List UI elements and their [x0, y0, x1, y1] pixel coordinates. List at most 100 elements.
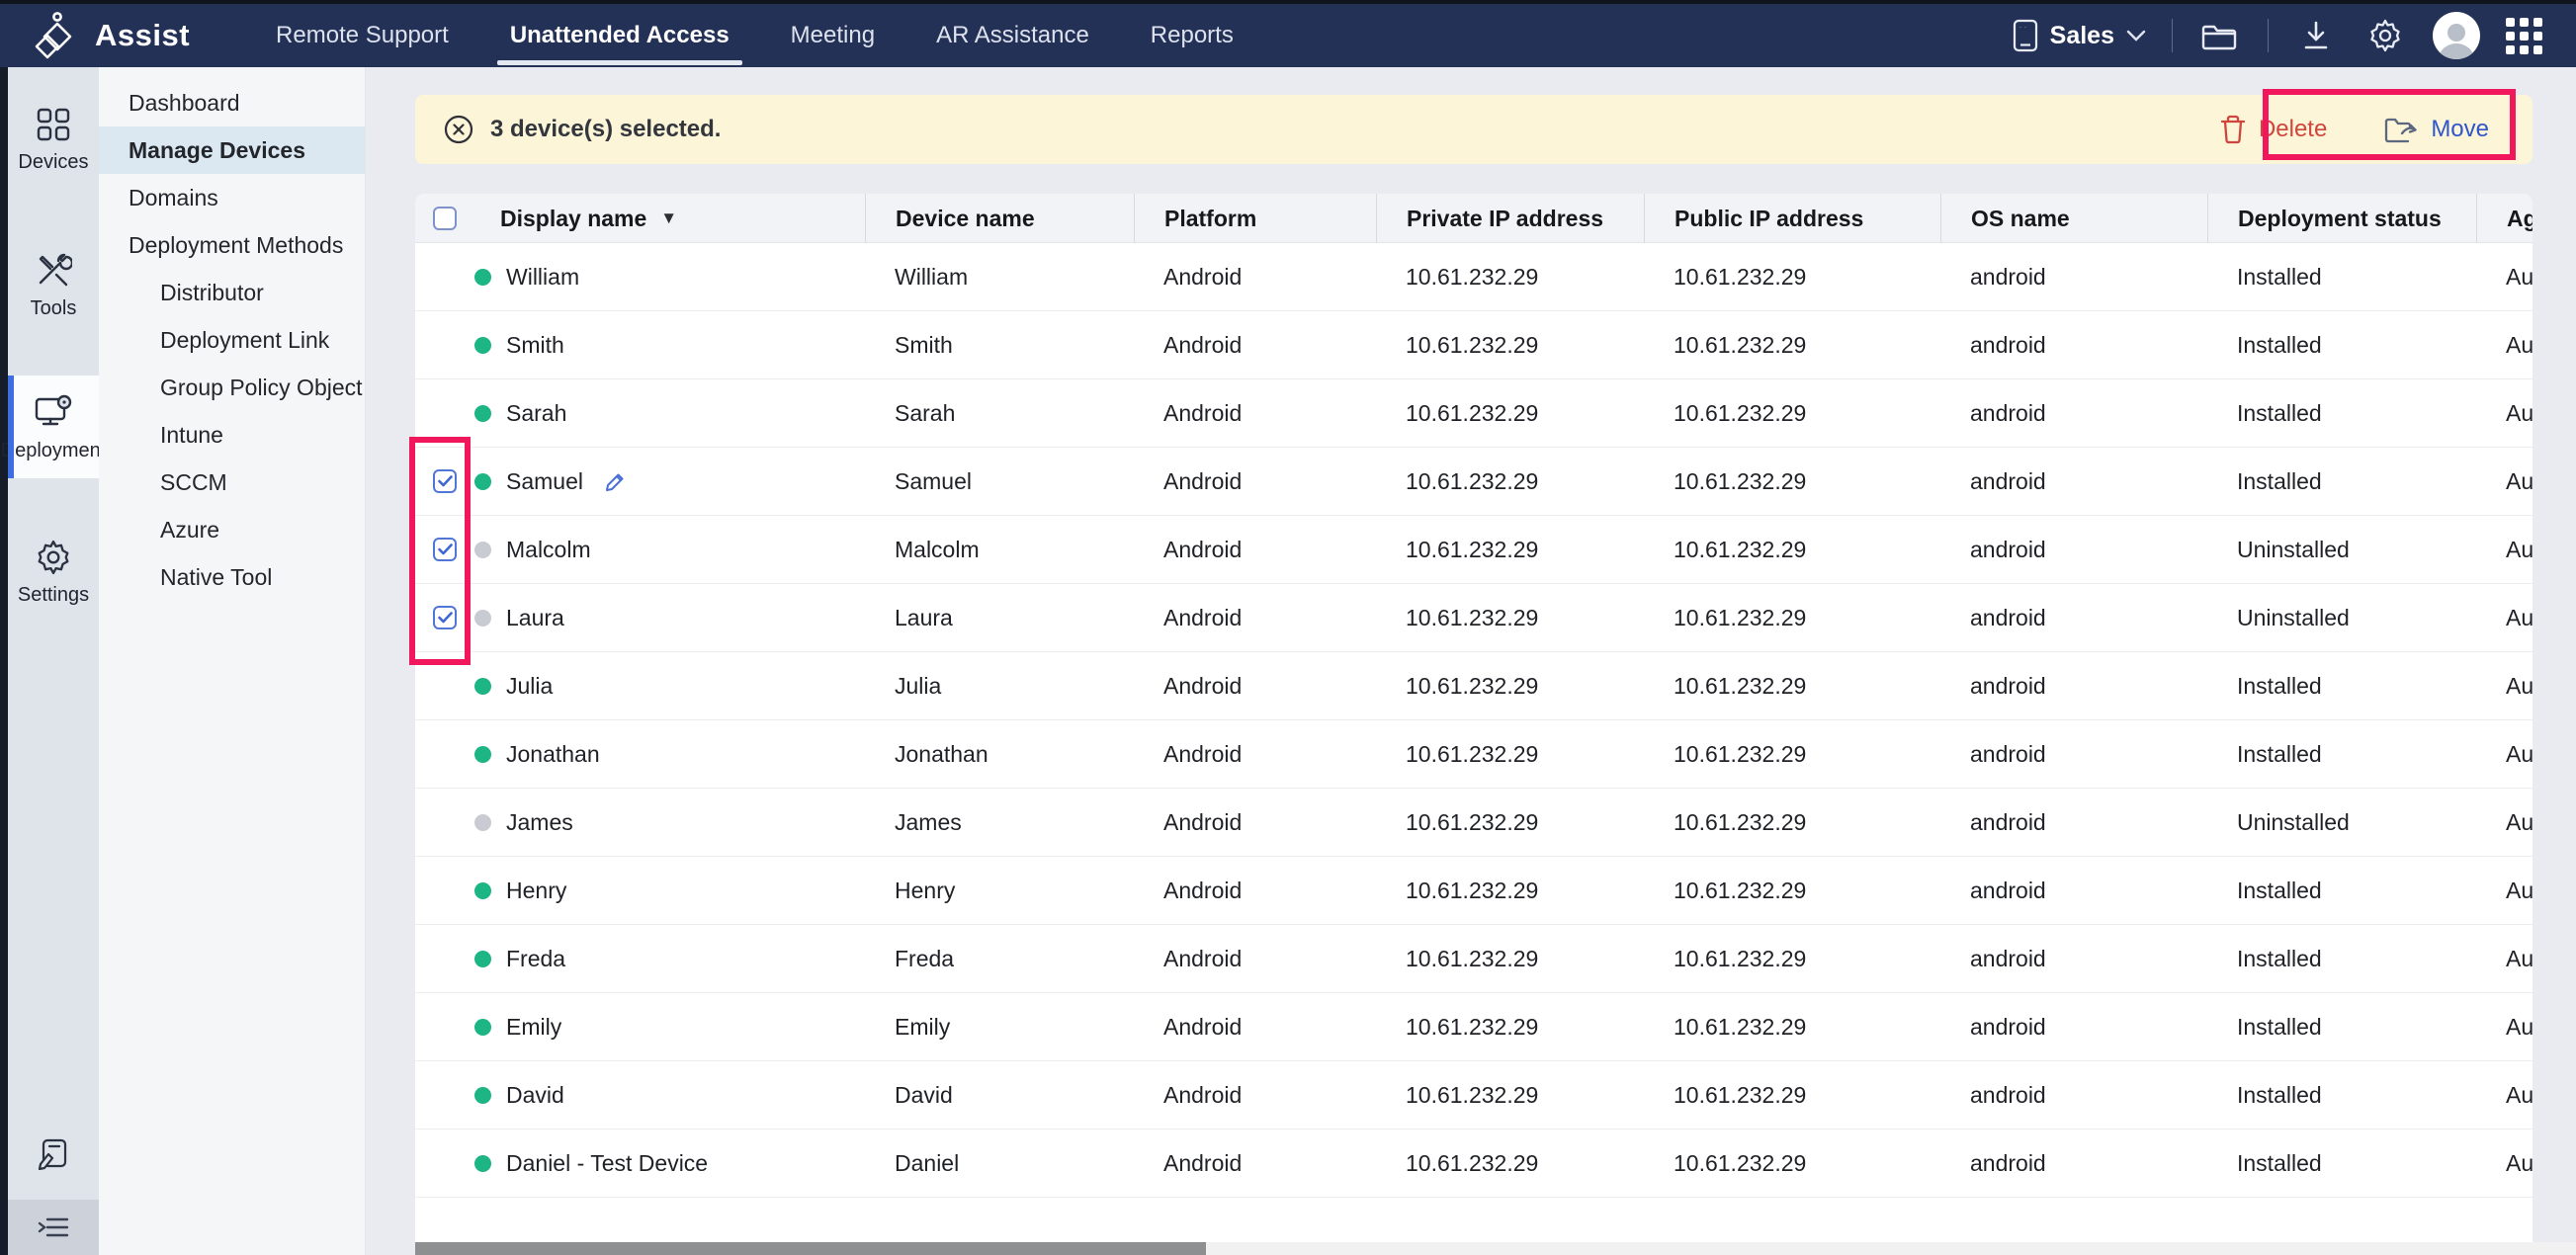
sidenav-item-distributor[interactable]: Distributor — [99, 269, 365, 316]
column-agent-truncated: Ag — [2476, 194, 2533, 243]
sidenav-item-azure[interactable]: Azure — [99, 506, 365, 553]
table-row[interactable]: Smith Smith Android 10.61.232.29 10.61.2… — [415, 311, 2533, 379]
edit-icon[interactable] — [604, 470, 627, 493]
status-dot — [474, 1019, 491, 1036]
move-button[interactable]: Move — [2384, 116, 2489, 143]
device-os-name: android — [1940, 741, 2207, 768]
main-content: 3 device(s) selected. Delete — [366, 67, 2576, 1255]
device-platform: Android — [1134, 537, 1376, 563]
table-row[interactable]: James James Android 10.61.232.29 10.61.2… — [415, 789, 2533, 857]
folder-icon[interactable] — [2198, 14, 2242, 57]
select-all-checkbox[interactable] — [433, 207, 457, 230]
rail-item-tools[interactable]: Tools — [8, 233, 99, 336]
device-display-name: Samuel — [506, 468, 583, 495]
row-checkbox[interactable] — [433, 606, 457, 629]
rail-item-settings[interactable]: Settings — [8, 522, 99, 623]
rail-item-devices[interactable]: Devices — [8, 89, 99, 190]
apps-grid-icon[interactable] — [2506, 18, 2542, 54]
bulk-actions: Delete Move — [2220, 115, 2489, 144]
rail-label: Tools — [31, 297, 77, 320]
row-checkbox[interactable] — [433, 538, 457, 561]
device-display-name: Smith — [506, 332, 564, 359]
device-name: William — [865, 264, 1134, 291]
horizontal-scrollbar[interactable] — [415, 1242, 2576, 1255]
table-row[interactable]: Laura Laura Android 10.61.232.29 10.61.2… — [415, 584, 2533, 652]
device-agent-truncated: Au — [2506, 741, 2533, 768]
device-private-ip: 10.61.232.29 — [1376, 809, 1644, 836]
device-platform: Android — [1134, 1082, 1376, 1109]
table-row[interactable]: Daniel - Test Device Daniel Android 10.6… — [415, 1130, 2533, 1198]
table-row[interactable]: Sarah Sarah Android 10.61.232.29 10.61.2… — [415, 379, 2533, 448]
sidenav-item-dashboard[interactable]: Dashboard — [99, 79, 365, 126]
device-private-ip: 10.61.232.29 — [1376, 1150, 1644, 1177]
feedback-note-icon[interactable] — [8, 1113, 99, 1200]
sidenav-item-group-policy-object[interactable]: Group Policy Object — [99, 364, 365, 411]
nav-tab-remote-support[interactable]: Remote Support — [245, 4, 479, 67]
sidenav-item-sccm[interactable]: SCCM — [99, 459, 365, 506]
collapse-menu-icon[interactable] — [8, 1200, 99, 1255]
portal-selector[interactable]: Sales — [2013, 19, 2146, 52]
brand[interactable]: Assist — [34, 11, 190, 60]
horizontal-scrollbar-thumb[interactable] — [415, 1242, 1206, 1255]
device-os-name: android — [1940, 878, 2207, 904]
table-row[interactable]: David David Android 10.61.232.29 10.61.2… — [415, 1061, 2533, 1130]
delete-button[interactable]: Delete — [2220, 115, 2327, 144]
device-public-ip: 10.61.232.29 — [1644, 878, 1940, 904]
table-row[interactable]: Malcolm Malcolm Android 10.61.232.29 10.… — [415, 516, 2533, 584]
device-agent-truncated: Au — [2506, 673, 2533, 700]
table-row[interactable]: Jonathan Jonathan Android 10.61.232.29 1… — [415, 720, 2533, 789]
device-public-ip: 10.61.232.29 — [1644, 400, 1940, 427]
deployment-sidenav: Dashboard Manage Devices Domains Deploym… — [99, 67, 366, 1255]
trash-icon — [2220, 115, 2246, 144]
row-checkbox[interactable] — [433, 469, 457, 493]
sidenav-item-intune[interactable]: Intune — [99, 411, 365, 459]
device-os-name: android — [1940, 1014, 2207, 1041]
nav-tab-ar-assistance[interactable]: AR Assistance — [905, 4, 1120, 67]
column-display-name[interactable]: Display name ▼ — [474, 206, 865, 232]
device-deployment-status: Installed — [2207, 946, 2476, 972]
sort-descending-icon[interactable]: ▼ — [660, 209, 677, 228]
device-display-name: Henry — [506, 878, 566, 904]
status-dot — [474, 542, 491, 558]
device-agent-truncated: Au — [2506, 537, 2533, 563]
device-name: Samuel — [865, 468, 1134, 495]
table-row[interactable]: Julia Julia Android 10.61.232.29 10.61.2… — [415, 652, 2533, 720]
device-agent-truncated: Au — [2506, 400, 2533, 427]
device-private-ip: 10.61.232.29 — [1376, 264, 1644, 291]
device-display-name: Daniel - Test Device — [506, 1150, 708, 1177]
device-public-ip: 10.61.232.29 — [1644, 1082, 1940, 1109]
device-platform: Android — [1134, 605, 1376, 631]
sidenav-item-native-tool[interactable]: Native Tool — [99, 553, 365, 601]
move-label: Move — [2431, 116, 2489, 143]
status-dot — [474, 1155, 491, 1172]
table-row[interactable]: William William Android 10.61.232.29 10.… — [415, 243, 2533, 311]
avatar[interactable] — [2433, 12, 2480, 59]
sidenav-item-deployment-methods[interactable]: Deployment Methods — [99, 221, 365, 269]
device-deployment-status: Installed — [2207, 1014, 2476, 1041]
device-display-name: David — [506, 1082, 564, 1109]
gear-icon[interactable] — [2363, 14, 2407, 57]
download-icon[interactable] — [2294, 14, 2338, 57]
nav-tab-meeting[interactable]: Meeting — [760, 4, 905, 67]
device-private-ip: 10.61.232.29 — [1376, 946, 1644, 972]
table-row[interactable]: Emily Emily Android 10.61.232.29 10.61.2… — [415, 993, 2533, 1061]
column-public-ip: Public IP address — [1644, 194, 1940, 243]
sidenav-item-deployment-link[interactable]: Deployment Link — [99, 316, 365, 364]
nav-tab-unattended-access[interactable]: Unattended Access — [479, 4, 760, 67]
device-display-name: Emily — [506, 1014, 561, 1041]
table-row[interactable]: Freda Freda Android 10.61.232.29 10.61.2… — [415, 925, 2533, 993]
device-private-ip: 10.61.232.29 — [1376, 878, 1644, 904]
table-row[interactable]: Samuel Samuel Android 10.61.232.29 10.61… — [415, 448, 2533, 516]
rail-item-deployment[interactable]: Deployment — [8, 376, 99, 478]
sidenav-item-manage-devices[interactable]: Manage Devices — [99, 126, 365, 174]
table-row[interactable]: Henry Henry Android 10.61.232.29 10.61.2… — [415, 857, 2533, 925]
sidenav-item-domains[interactable]: Domains — [99, 174, 365, 221]
status-dot — [474, 678, 491, 695]
status-dot — [474, 814, 491, 831]
device-platform: Android — [1134, 946, 1376, 972]
device-name: Sarah — [865, 400, 1134, 427]
device-deployment-status: Installed — [2207, 400, 2476, 427]
deselect-all-icon[interactable] — [443, 114, 474, 145]
rail-label: Devices — [18, 151, 88, 174]
nav-tab-reports[interactable]: Reports — [1120, 4, 1264, 67]
